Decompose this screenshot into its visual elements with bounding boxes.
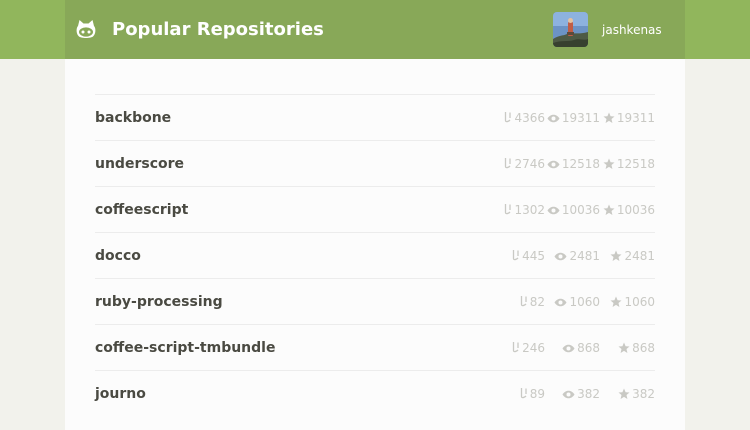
- header-bar: Popular Repositories jashkenas: [0, 0, 750, 59]
- avatar-photo: [553, 12, 588, 47]
- repository-name[interactable]: backbone: [95, 108, 171, 128]
- star-icon: [618, 342, 630, 353]
- repository-row[interactable]: coffeescript 1302 10036 10036: [95, 186, 655, 232]
- stars-count: 2481: [600, 248, 655, 264]
- forks-count: 445: [490, 248, 545, 264]
- forks-value: 89: [529, 387, 545, 401]
- fork-icon: [512, 250, 519, 261]
- watchers-value: 19311: [561, 111, 600, 125]
- repository-name[interactable]: underscore: [95, 154, 184, 174]
- fork-icon: [505, 112, 512, 123]
- watchers-value: 1060: [569, 295, 600, 309]
- forks-value: 4366: [514, 111, 545, 125]
- repository-name[interactable]: journo: [95, 384, 146, 404]
- repository-name[interactable]: coffee-script-tmbundle: [95, 338, 275, 358]
- repository-row[interactable]: journo 89 382 382: [95, 370, 655, 416]
- fork-icon: [520, 296, 527, 307]
- repository-stats: 2746 12518 12518: [490, 156, 655, 172]
- stars-count: 19311: [600, 110, 655, 126]
- watchers-count: 10036: [545, 202, 600, 218]
- stars-value: 12518: [616, 157, 655, 171]
- watchers-value: 10036: [561, 203, 600, 217]
- repository-row[interactable]: backbone 4366 19311 19311: [95, 94, 655, 140]
- forks-value: 445: [522, 249, 545, 263]
- forks-value: 1302: [514, 203, 545, 217]
- repository-stats: 246 868 868: [490, 340, 655, 356]
- watchers-count: 12518: [545, 156, 600, 172]
- repository-stats: 4366 19311 19311: [490, 110, 655, 126]
- eye-icon: [547, 206, 560, 214]
- forks-count: 2746: [490, 156, 545, 172]
- star-icon: [610, 296, 622, 307]
- forks-count: 246: [490, 340, 545, 356]
- eye-icon: [562, 390, 575, 398]
- stars-count: 382: [600, 386, 655, 402]
- forks-value: 82: [529, 295, 545, 309]
- page-title: Popular Repositories: [112, 19, 324, 40]
- forks-count: 1302: [490, 202, 545, 218]
- watchers-value: 382: [577, 387, 600, 401]
- username-link[interactable]: jashkenas: [602, 21, 662, 39]
- user-avatar[interactable]: [553, 12, 588, 47]
- repository-stats: 89 382 382: [490, 386, 655, 402]
- star-icon: [603, 112, 615, 123]
- repository-row[interactable]: underscore 2746 12518 12518: [95, 140, 655, 186]
- main-content: backbone 4366 19311 19311 underscore 274…: [65, 59, 685, 430]
- star-icon: [603, 158, 615, 169]
- stars-value: 1060: [624, 295, 655, 309]
- eye-icon: [562, 344, 575, 352]
- star-icon: [618, 388, 630, 399]
- stars-value: 382: [632, 387, 655, 401]
- stars-value: 868: [632, 341, 655, 355]
- watchers-count: 868: [545, 340, 600, 356]
- stars-value: 10036: [616, 203, 655, 217]
- forks-count: 4366: [490, 110, 545, 126]
- fork-icon: [520, 388, 527, 399]
- repository-list: backbone 4366 19311 19311 underscore 274…: [95, 94, 655, 416]
- forks-count: 82: [490, 294, 545, 310]
- watchers-count: 19311: [545, 110, 600, 126]
- watchers-count: 1060: [545, 294, 600, 310]
- forks-count: 89: [490, 386, 545, 402]
- watchers-count: 2481: [545, 248, 600, 264]
- stars-count: 10036: [600, 202, 655, 218]
- octocat-icon[interactable]: [75, 18, 97, 40]
- fork-icon: [505, 158, 512, 169]
- watchers-value: 2481: [569, 249, 600, 263]
- watchers-count: 382: [545, 386, 600, 402]
- repository-stats: 1302 10036 10036: [490, 202, 655, 218]
- fork-icon: [505, 204, 512, 215]
- repository-stats: 445 2481 2481: [490, 248, 655, 264]
- repository-stats: 82 1060 1060: [490, 294, 655, 310]
- stars-value: 19311: [616, 111, 655, 125]
- eye-icon: [547, 160, 560, 168]
- stars-count: 12518: [600, 156, 655, 172]
- repository-row[interactable]: docco 445 2481 2481: [95, 232, 655, 278]
- star-icon: [610, 250, 622, 261]
- watchers-value: 868: [577, 341, 600, 355]
- repository-name[interactable]: coffeescript: [95, 200, 188, 220]
- fork-icon: [512, 342, 519, 353]
- forks-value: 2746: [514, 157, 545, 171]
- stars-count: 868: [600, 340, 655, 356]
- stars-value: 2481: [624, 249, 655, 263]
- repository-name[interactable]: ruby-processing: [95, 292, 223, 312]
- forks-value: 246: [522, 341, 545, 355]
- stars-count: 1060: [600, 294, 655, 310]
- repository-row[interactable]: ruby-processing 82 1060 1060: [95, 278, 655, 324]
- star-icon: [603, 204, 615, 215]
- eye-icon: [554, 298, 567, 306]
- repository-name[interactable]: docco: [95, 246, 141, 266]
- repository-row[interactable]: coffee-script-tmbundle 246 868 868: [95, 324, 655, 370]
- header-inner: Popular Repositories jashkenas: [65, 0, 685, 59]
- eye-icon: [547, 114, 560, 122]
- watchers-value: 12518: [561, 157, 600, 171]
- eye-icon: [554, 252, 567, 260]
